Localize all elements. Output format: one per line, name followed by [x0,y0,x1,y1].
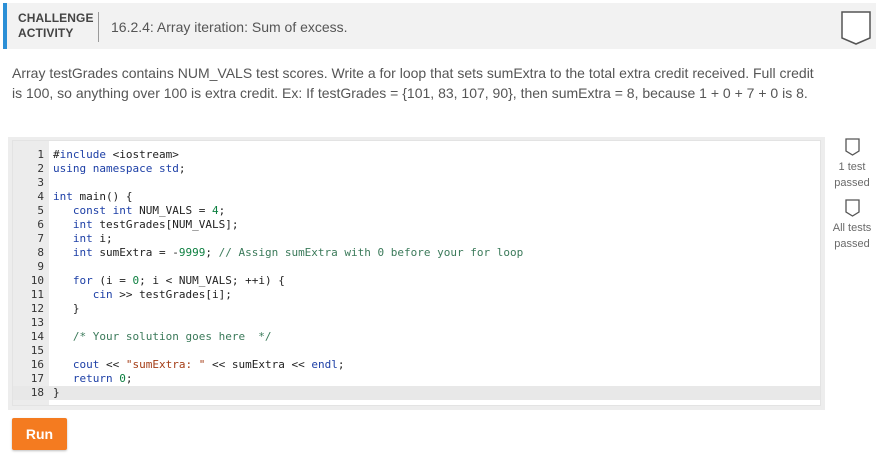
code-line[interactable]: 16 cout << "sumExtra: " << sumExtra << e… [13,358,820,372]
code-line-text[interactable]: #include <iostream> [53,148,179,162]
code-line[interactable]: 3 [13,176,820,190]
line-number: 7 [37,232,44,245]
code-line[interactable]: 2 using namespace std; [13,162,820,176]
line-number: 1 [37,148,44,161]
code-line[interactable]: 14 /* Your solution goes here */ [13,330,820,344]
run-button[interactable]: Run [12,418,67,450]
code-line-text[interactable]: using namespace std; [53,162,185,176]
code-line-text[interactable]: int sumExtra = -9999; // Assign sumExtra… [53,246,523,260]
code-line[interactable]: 6 int testGrades[NUM_VALS]; [13,218,820,232]
line-number: 10 [30,274,44,287]
code-line[interactable]: 10 for (i = 0; i < NUM_VALS; ++i) { [13,274,820,288]
line-number: 16 [30,358,44,371]
line-number: 11 [30,288,44,301]
header-divider [98,12,99,42]
code-line-text[interactable]: /* Your solution goes here */ [53,330,272,344]
code-line-text[interactable]: return 0; [53,372,133,386]
challenge-label-line1: CHALLENGE [18,11,94,25]
code-line[interactable]: 15 [13,344,820,358]
line-number: 5 [37,204,44,217]
code-line[interactable]: 11 cin >> testGrades[i]; [13,288,820,302]
code-line[interactable]: 1 #include <iostream> [13,148,820,162]
code-line-text[interactable]: cin >> testGrades[i]; [53,288,232,302]
line-number: 9 [37,260,44,273]
code-line[interactable]: 7 int i; [13,232,820,246]
test-status-text: 1 test passed [834,161,870,189]
code-line-text[interactable]: cout << "sumExtra: " << sumExtra << endl… [53,358,345,372]
challenge-activity-label: CHALLENGE ACTIVITY [18,11,93,41]
code-line[interactable]: 13 [13,316,820,330]
line-number: 4 [37,190,44,203]
code-line-text[interactable]: int testGrades[NUM_VALS]; [53,218,239,232]
line-number: 14 [30,330,44,343]
code-line-text[interactable]: int main() { [53,190,132,204]
line-number: 3 [37,176,44,189]
activity-title: 16.2.4: Array iteration: Sum of excess. [111,19,348,35]
code-line[interactable]: 8 int sumExtra = -9999; // Assign sumExt… [13,246,820,260]
code-line-text[interactable]: for (i = 0; i < NUM_VALS; ++i) { [53,274,285,288]
code-line[interactable]: 18} [13,386,820,400]
code-line-text[interactable]: } [53,302,80,316]
line-number: 18 [30,386,44,399]
code-line[interactable]: 5 const int NUM_VALS = 4; [13,204,820,218]
test-status-1: 1 test passed [826,138,876,191]
challenge-label-line2: ACTIVITY [18,26,74,40]
line-number: 13 [30,316,44,329]
test-status-column: 1 test passed All tests passed [826,138,876,252]
line-number: 15 [30,344,44,357]
code-line[interactable]: 17 return 0; [13,372,820,386]
activity-description: Array testGrades contains NUM_VALS test … [12,65,814,101]
code-editor[interactable]: 1 #include <iostream> 2 using namespace std… [12,140,821,406]
all-tests-badge-icon [844,199,860,217]
bookmark-badge-icon[interactable] [841,11,871,45]
code-line[interactable]: 4 int main() { [13,190,820,204]
line-number: 8 [37,246,44,259]
all-tests-status-text: All tests passed [832,222,872,250]
code-line-text[interactable]: const int NUM_VALS = 4; [53,204,225,218]
challenge-header: CHALLENGE ACTIVITY 16.2.4: Array iterati… [3,3,876,49]
code-line-text[interactable]: } [53,386,60,400]
code-line-text[interactable]: int i; [53,232,113,246]
line-number: 17 [30,372,44,385]
code-line[interactable]: 12 } [13,302,820,316]
test-status-all: All tests passed [826,199,876,252]
line-number: 12 [30,302,44,315]
line-number: 2 [37,162,44,175]
code-lines[interactable]: 1 #include <iostream> 2 using namespace std… [13,148,820,400]
code-line[interactable]: 9 [13,260,820,274]
line-number: 6 [37,218,44,231]
test-badge-icon [844,138,860,156]
